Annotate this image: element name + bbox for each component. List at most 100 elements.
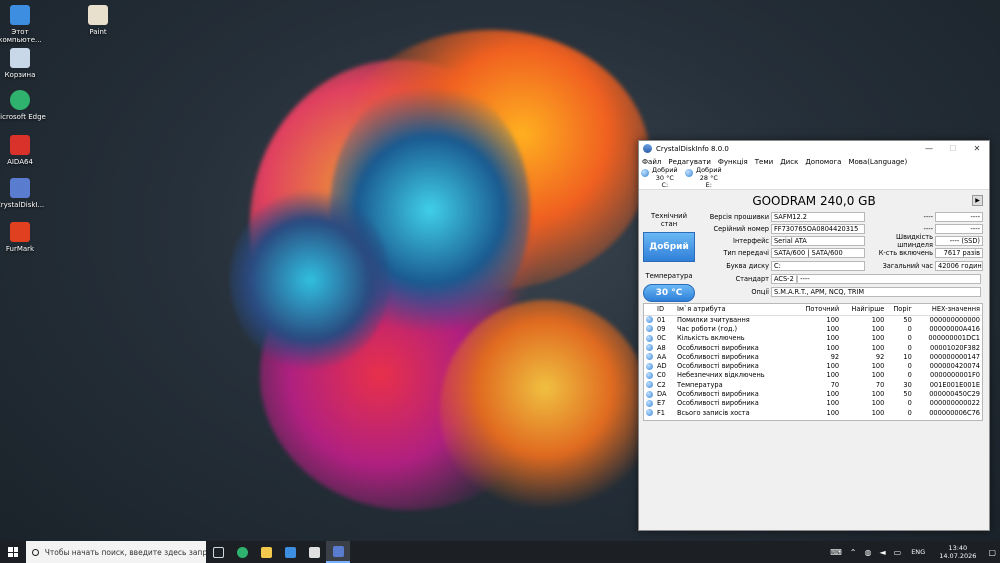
table-row[interactable]: AD Особливості виробника 100 100 0 0000004200…: [644, 361, 982, 370]
table-row[interactable]: E7 Особливості виробника 100 100 0 0000000000…: [644, 399, 982, 408]
menu-language[interactable]: Мова(Language): [848, 158, 907, 166]
drive-tab-c[interactable]: Добрий 30 °C C:: [641, 166, 685, 189]
menu-bar: Файл Редагувати Функція Теми Диск Допомо…: [639, 156, 989, 167]
paint-icon: [88, 5, 108, 25]
table-cell-current: 100: [826, 390, 840, 399]
menu-function[interactable]: Функція: [718, 158, 748, 166]
table-cell-name: Помилки зчитування: [677, 315, 750, 324]
maximize-button[interactable]: ☐: [941, 141, 965, 156]
taskbar-search[interactable]: Чтобы начать поиск, введите здесь запрос: [26, 541, 206, 563]
right-top2-label: ----: [923, 225, 933, 233]
volume-icon[interactable]: ◄: [879, 548, 885, 557]
table-row[interactable]: AA Особливості виробника 92 92 10 00000000014…: [644, 352, 982, 361]
table-cell-worst: 100: [871, 390, 885, 399]
table-header-name[interactable]: Ім`я атрибута: [675, 304, 795, 316]
taskbar-edge[interactable]: [230, 541, 254, 563]
table-cell-current: 92: [830, 352, 840, 361]
taskbar-mail[interactable]: [302, 541, 326, 563]
desktop-icon-aida64[interactable]: AIDA64: [0, 135, 48, 166]
status-dot-icon: [646, 325, 653, 333]
standard-label: Стандарт: [735, 275, 769, 283]
table-cell-hex: 000000001DC1: [928, 334, 980, 343]
desktop-icon-crystaldiskinfo[interactable]: CrystalDiskI...: [0, 178, 48, 209]
desktop-icon-recycle-bin[interactable]: Корзина: [0, 48, 48, 79]
table-cell-status: [644, 408, 655, 417]
people-icon[interactable]: ⌃: [850, 548, 857, 557]
table-row[interactable]: F1 Всього записів хоста 100 100 0 000000006C7…: [644, 408, 982, 417]
table-cell-status: [644, 389, 655, 398]
minimize-button[interactable]: —: [917, 141, 941, 156]
table-row[interactable]: A8 Особливості виробника 100 100 0 00001020F3…: [644, 343, 982, 352]
menu-help[interactable]: Допомога: [805, 158, 841, 166]
desktop-icon-paint[interactable]: Paint: [70, 5, 126, 36]
close-button[interactable]: ✕: [965, 141, 989, 156]
table-cell-id: A8: [657, 343, 666, 352]
taskbar-task-view[interactable]: [206, 541, 230, 563]
power-count-value: 7617 разів: [935, 248, 983, 258]
table-cell-current: 100: [826, 315, 840, 324]
crystaldiskinfo-icon: [332, 545, 344, 557]
status-dot-icon: [646, 371, 653, 379]
table-cell-current: 100: [826, 408, 840, 417]
table-cell-hex: 001E001E001E: [929, 380, 980, 389]
status-dot-icon: [646, 353, 653, 361]
status-dot-icon: [646, 390, 653, 398]
table-row[interactable]: 09 Час роботи (год.) 100 100 0 00000000A416: [644, 324, 982, 333]
menu-file[interactable]: Файл: [642, 158, 661, 166]
table-row[interactable]: DA Особливості виробника 100 100 50 000000450…: [644, 389, 982, 398]
next-disk-button[interactable]: ▶: [972, 195, 983, 206]
disk-model: GOODRAM 240,0 GB: [752, 194, 876, 208]
table-header-current[interactable]: Поточний: [795, 304, 842, 316]
table-cell-status: [644, 361, 655, 370]
table-header-threshold[interactable]: Поріг: [886, 304, 914, 316]
rotation-value: ---- (SSD): [935, 236, 983, 246]
table-header-id[interactable]: ID: [655, 304, 675, 316]
table-row[interactable]: C0 Небезпечних відключень 100 100 0 000000000…: [644, 371, 982, 380]
start-button[interactable]: [0, 541, 26, 563]
window-titlebar[interactable]: CrystalDiskInfo 8.0.0 — ☐ ✕: [639, 141, 989, 156]
health-status-button[interactable]: Добрий: [643, 232, 695, 262]
table-cell-worst: 100: [871, 315, 885, 324]
clock[interactable]: 13:40 14.07.2026: [939, 544, 976, 560]
table-cell-name: Кількість включень: [677, 334, 745, 343]
taskbar-store[interactable]: [278, 541, 302, 563]
aida64-icon: [10, 135, 30, 155]
desktop-icon-edge[interactable]: Microsoft Edge: [0, 90, 48, 121]
furmark-icon: [10, 222, 30, 242]
drive-selector: Добрий 30 °C C: Добрий 28 °C E:: [639, 166, 989, 190]
store-icon: [284, 546, 296, 558]
desktop-icon-this-pc[interactable]: Этот компьюте...: [0, 5, 48, 44]
temperature-button[interactable]: 30 °C: [643, 284, 695, 302]
table-cell-status: [644, 371, 655, 380]
table-header-worst[interactable]: Найгірше: [841, 304, 887, 316]
task-view-icon: [212, 546, 224, 558]
menu-themes[interactable]: Теми: [755, 158, 773, 166]
table-row[interactable]: C2 Температура 70 70 30 001E001E001E: [644, 380, 982, 389]
action-center-icon[interactable]: ▢: [988, 548, 996, 557]
status-dot-icon: [646, 316, 653, 324]
table-cell-worst: 100: [871, 371, 885, 380]
rotation-label: Швидкість шпинделя: [896, 233, 933, 249]
language-indicator[interactable]: ENG: [911, 548, 925, 556]
table-header-hex[interactable]: HEX-значення: [913, 304, 982, 316]
table-cell-status: [644, 380, 655, 389]
network-icon[interactable]: ◍: [865, 548, 872, 557]
table-header-dot: [644, 304, 655, 316]
table-cell-status: [644, 315, 655, 324]
taskbar-crystaldiskinfo[interactable]: [326, 541, 350, 563]
table-cell-id: AA: [657, 352, 667, 361]
menu-edit[interactable]: Редагувати: [668, 158, 711, 166]
table-cell-status: [644, 399, 655, 408]
drive-tab-e[interactable]: Добрий 28 °C E:: [685, 166, 729, 189]
notifications-area-icon[interactable]: ▭: [894, 548, 902, 557]
table-cell-name: Небезпечних відключень: [677, 371, 765, 380]
table-row[interactable]: 0C Кількість включень 100 100 0 000000001DC1: [644, 334, 982, 343]
taskbar: Чтобы начать поиск, введите здесь запрос…: [0, 541, 1000, 563]
touch-keyboard-icon[interactable]: ⌨: [830, 548, 842, 557]
taskbar-file-explorer[interactable]: [254, 541, 278, 563]
table-row[interactable]: 01 Помилки зчитування 100 100 50 000000000000: [644, 315, 982, 324]
menu-disk[interactable]: Диск: [780, 158, 798, 166]
table-cell-threshold: 0: [907, 362, 912, 371]
transfer-label: Тип передачі: [723, 249, 769, 257]
desktop-icon-furmark[interactable]: FurMark: [0, 222, 48, 253]
